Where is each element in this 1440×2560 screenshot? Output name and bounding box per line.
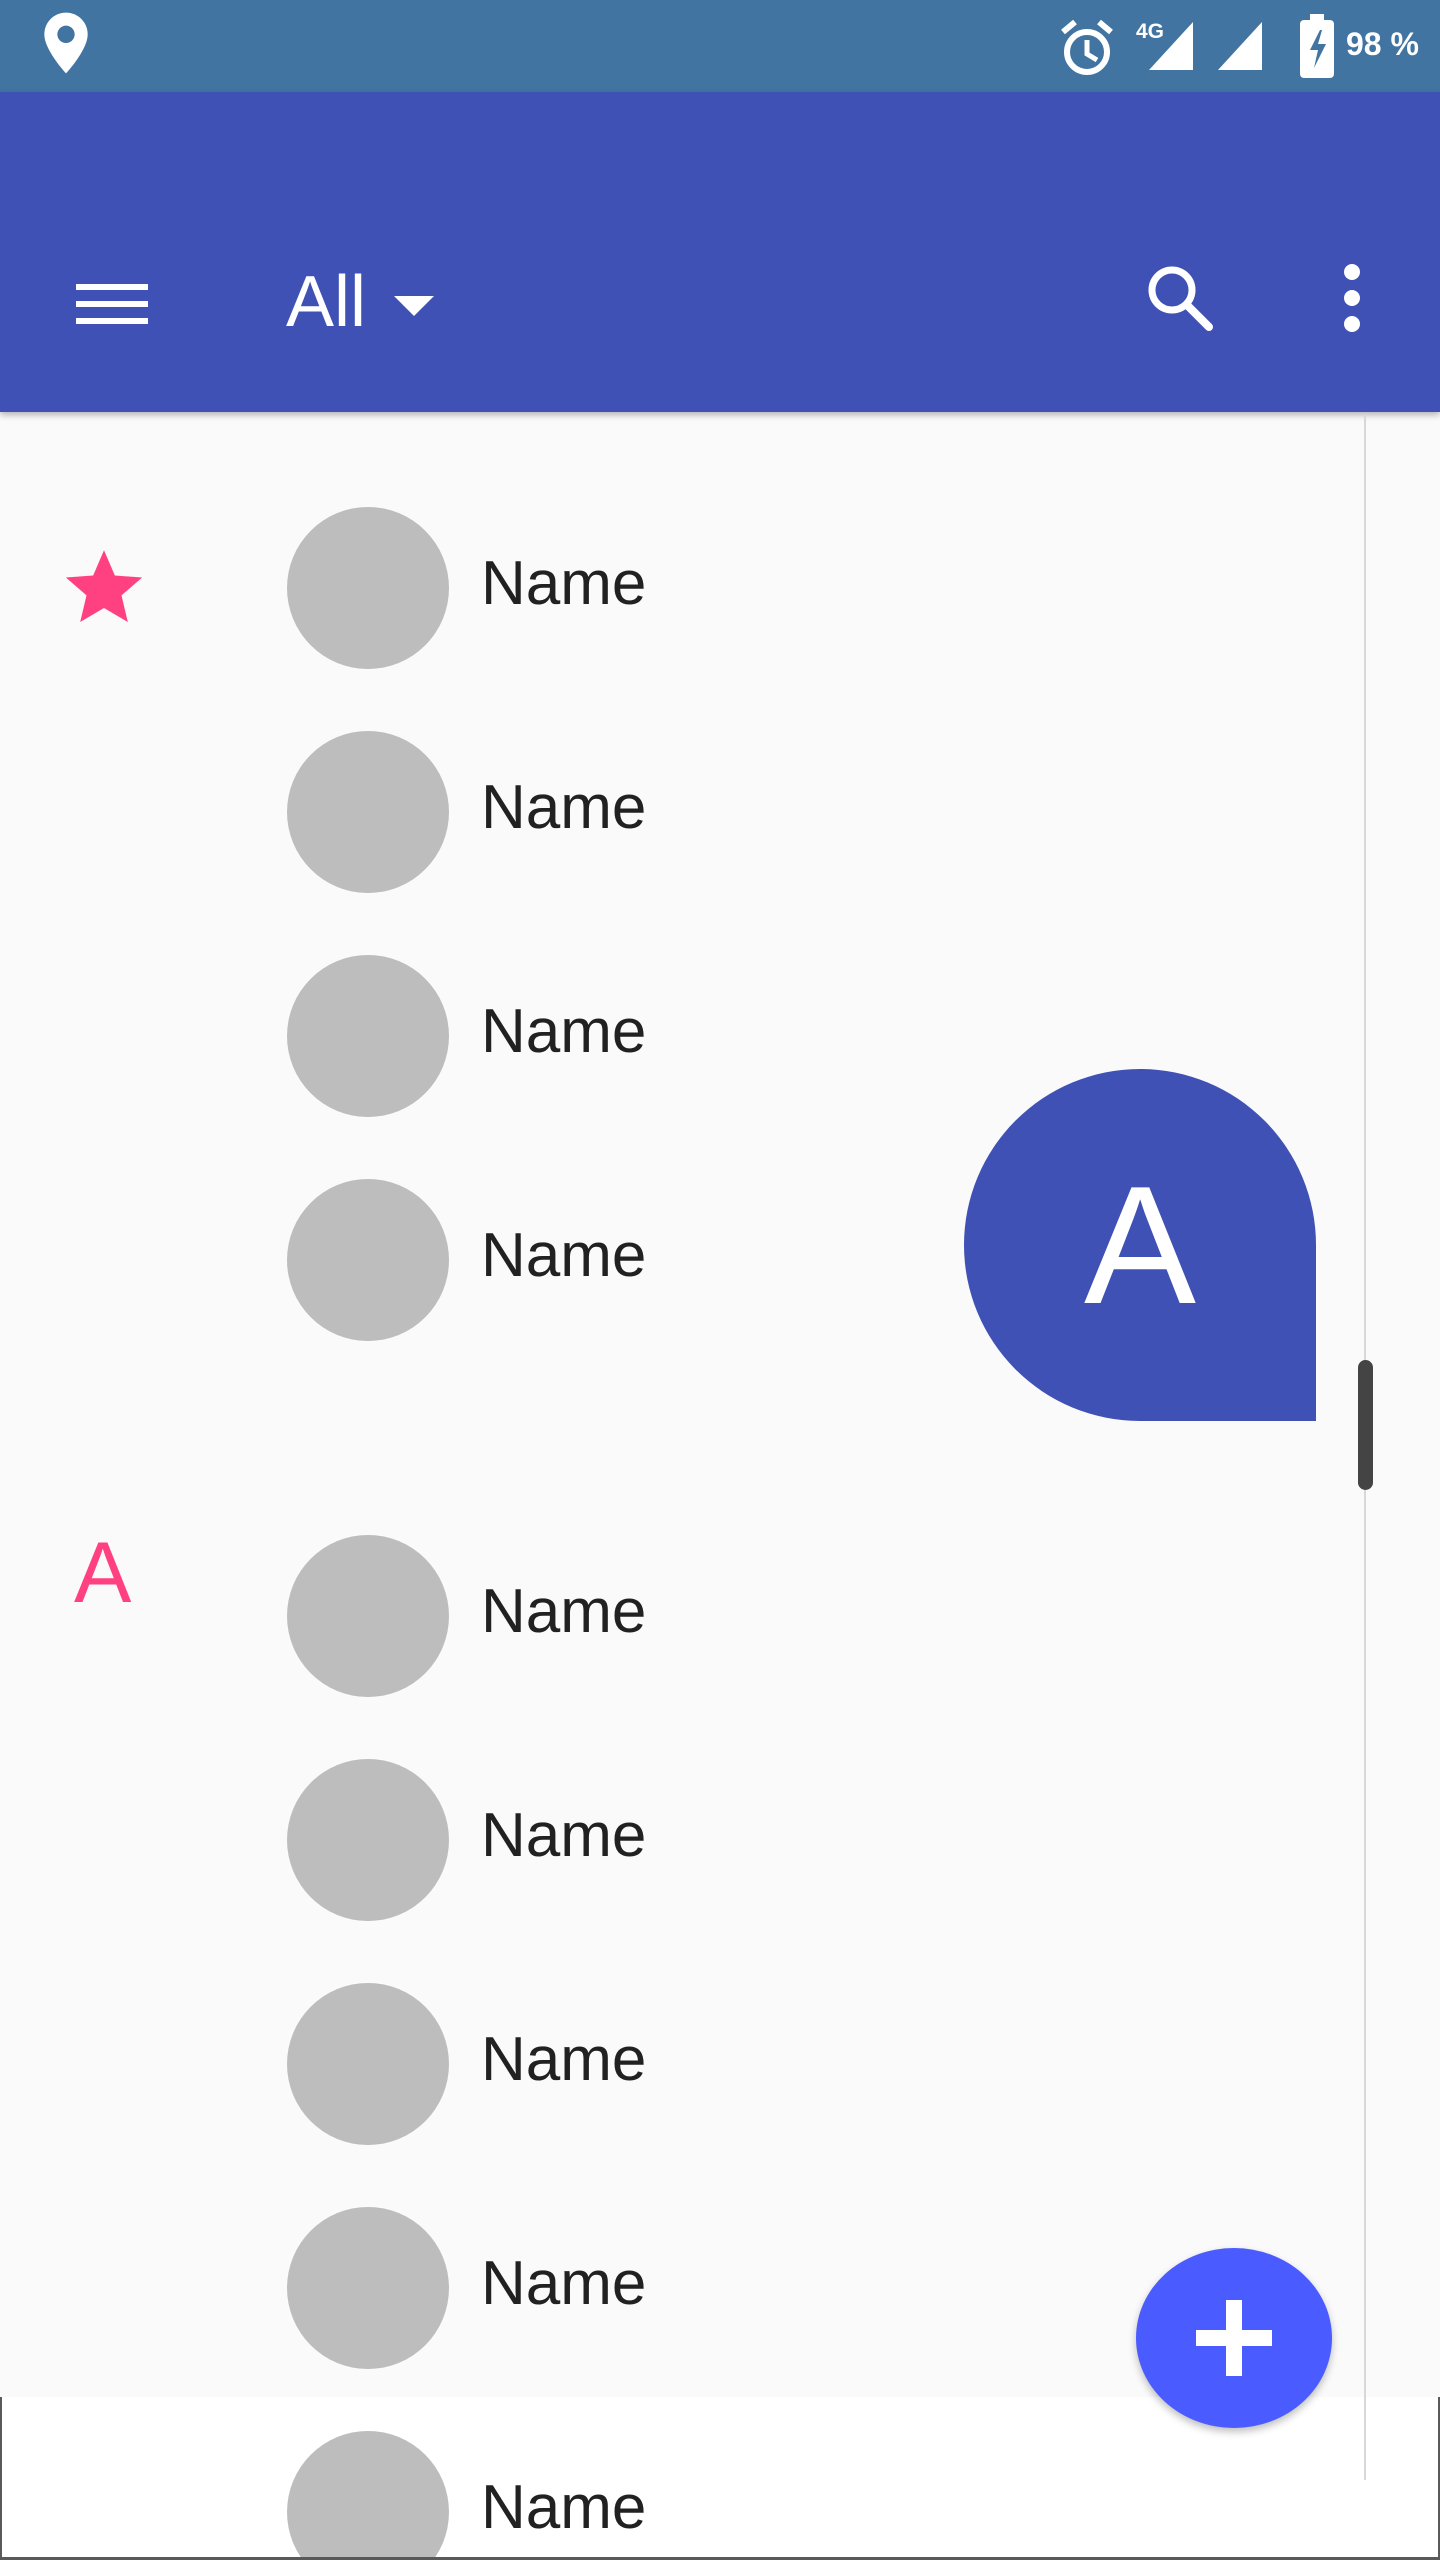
avatar (287, 507, 449, 669)
contact-name: Name (481, 1801, 647, 1870)
alarm-icon (1061, 19, 1113, 75)
battery-percentage: 98 % (1346, 26, 1419, 62)
account-filter-dropdown[interactable]: All (286, 252, 436, 352)
contact-row[interactable]: Name (0, 2397, 1360, 2560)
plus-icon (1196, 2300, 1272, 2376)
contact-name: Name (481, 2025, 647, 2094)
app-toolbar: All (0, 92, 1440, 412)
status-bar: 4G 98 % (0, 0, 1440, 92)
avatar (287, 1983, 449, 2145)
contact-row[interactable]: Name (0, 697, 1360, 921)
menu-icon[interactable] (70, 272, 154, 336)
contact-row[interactable]: Name (0, 1949, 1360, 2173)
search-icon[interactable] (1140, 260, 1220, 340)
contact-name: Name (481, 2249, 647, 2318)
avatar (287, 2207, 449, 2369)
avatar (287, 1179, 449, 1341)
avatar (287, 1535, 449, 1697)
contact-name: Name (481, 549, 647, 618)
avatar (287, 955, 449, 1117)
contact-name: Name (481, 2473, 647, 2542)
contact-row[interactable]: Name (0, 1501, 1360, 1725)
add-contact-button[interactable] (1136, 2248, 1332, 2428)
more-vert-icon[interactable] (1332, 258, 1372, 338)
contact-name: Name (481, 1577, 647, 1646)
avatar (287, 731, 449, 893)
signal-icon (1218, 22, 1262, 70)
contact-row[interactable]: Name (0, 1725, 1360, 1949)
contact-name: Name (481, 1221, 647, 1290)
signal-icon (1149, 22, 1193, 70)
caret-down-icon (394, 296, 435, 316)
contact-name: Name (481, 997, 647, 1066)
scrollbar-thumb[interactable] (1358, 1360, 1373, 1490)
location-pin-icon (44, 12, 88, 74)
fast-scroll-bubble: A (964, 1069, 1316, 1421)
battery-charging-icon (1300, 14, 1334, 78)
avatar (287, 1759, 449, 1921)
contact-row[interactable]: Name (0, 473, 1360, 697)
contact-name: Name (481, 773, 647, 842)
filter-label: All (286, 262, 367, 342)
avatar (287, 2431, 449, 2560)
